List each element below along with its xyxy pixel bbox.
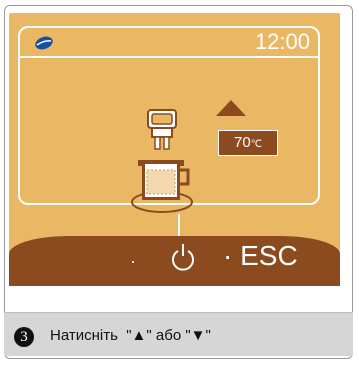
temperature-value: 70 bbox=[234, 134, 251, 151]
step-number-badge: 3 bbox=[14, 327, 34, 347]
power-button[interactable] bbox=[170, 244, 196, 277]
instruction-bar: 3 Натисніть "▲" або "▼" bbox=[4, 312, 353, 356]
instruction-text: Натисніть "▲" або "▼" bbox=[50, 327, 211, 344]
clock-time: 12:00 bbox=[254, 29, 310, 54]
coffee-bean-icon bbox=[34, 36, 54, 55]
up-arrow-icon[interactable] bbox=[216, 100, 246, 121]
display-screen: 12:00 70℃ bbox=[18, 26, 320, 213]
display-divider bbox=[20, 56, 318, 58]
grinder-icon bbox=[144, 108, 180, 161]
temperature-display: 70℃ bbox=[218, 130, 278, 156]
left-dot: · bbox=[130, 251, 136, 271]
esc-button[interactable]: · ESC bbox=[223, 238, 298, 274]
coffee-cup-icon bbox=[130, 156, 200, 221]
temperature-unit: ℃ bbox=[250, 139, 262, 150]
power-connector-line bbox=[178, 214, 180, 236]
